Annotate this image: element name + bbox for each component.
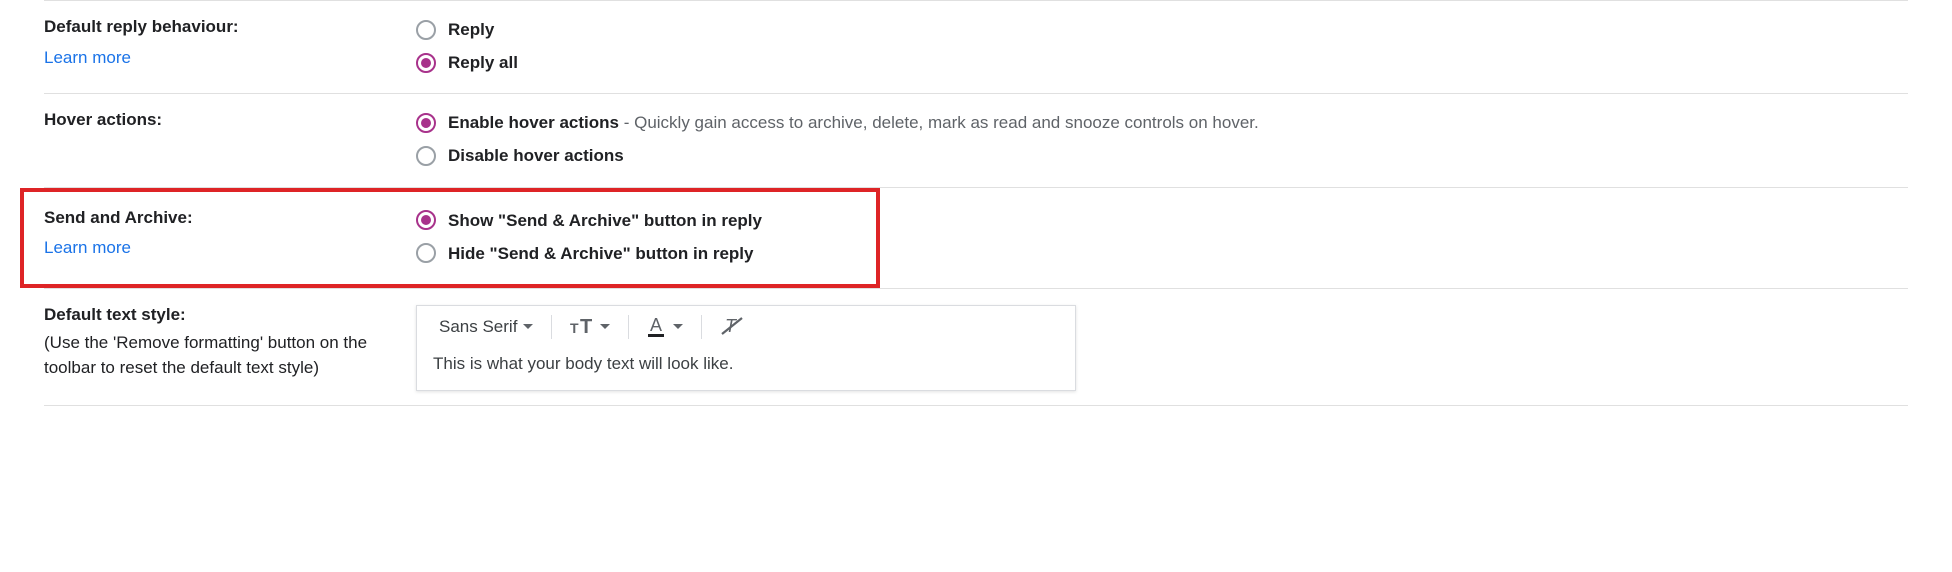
setting-label-col: Hover actions: <box>44 106 416 135</box>
setting-title: Send and Archive: <box>44 204 404 233</box>
font-family-label: Sans Serif <box>439 317 517 337</box>
option-enable-hover[interactable]: Enable hover actions - Quickly gain acce… <box>416 106 1908 139</box>
radio-icon[interactable] <box>416 113 436 133</box>
option-description: - Quickly gain access to archive, delete… <box>619 113 1259 132</box>
setting-options: Sans Serif T T A <box>416 301 1908 391</box>
learn-more-link[interactable]: Learn more <box>44 42 131 74</box>
learn-more-link[interactable]: Learn more <box>44 232 131 264</box>
text-size-icon: T T <box>570 317 594 337</box>
option-label: Show "Send & Archive" button in reply <box>448 204 762 237</box>
setting-title: Hover actions: <box>44 106 404 135</box>
option-label: Reply all <box>448 46 518 79</box>
radio-icon[interactable] <box>416 146 436 166</box>
setting-row-reply: Default reply behaviour: Learn more Repl… <box>44 0 1908 93</box>
font-size-dropdown[interactable]: T T <box>562 313 618 341</box>
option-hide-send-archive[interactable]: Hide "Send & Archive" button in reply <box>416 237 876 270</box>
setting-options: Show "Send & Archive" button in reply Hi… <box>416 204 876 270</box>
chevron-down-icon <box>600 324 610 329</box>
setting-row-hover: Hover actions: Enable hover actions - Qu… <box>44 93 1908 186</box>
radio-icon[interactable] <box>416 210 436 230</box>
radio-icon[interactable] <box>416 53 436 73</box>
option-disable-hover[interactable]: Disable hover actions <box>416 139 1908 172</box>
setting-row-archive-wrapper: Send and Archive: Learn more Show "Send … <box>44 187 1908 288</box>
setting-title: Default text style: <box>44 301 404 330</box>
toolbar-separator <box>701 315 702 339</box>
svg-text:A: A <box>650 316 662 335</box>
text-color-icon: A <box>647 316 667 338</box>
toolbar-separator <box>551 315 552 339</box>
option-text: Enable hover actions - Quickly gain acce… <box>448 106 1259 139</box>
text-preview: This is what your body text will look li… <box>417 344 1075 390</box>
option-reply-all[interactable]: Reply all <box>416 46 1908 79</box>
option-label: Disable hover actions <box>448 139 624 172</box>
editor-toolbar: Sans Serif T T A <box>417 306 1075 344</box>
chevron-down-icon <box>673 324 683 329</box>
setting-label-col: Default text style: (Use the 'Remove for… <box>44 301 416 381</box>
option-label: Enable hover actions <box>448 113 619 132</box>
toolbar-separator <box>628 315 629 339</box>
setting-label-col: Default reply behaviour: Learn more <box>44 13 416 74</box>
text-color-dropdown[interactable]: A <box>639 312 691 342</box>
remove-formatting-button[interactable]: T <box>712 312 752 342</box>
remove-formatting-icon: T <box>720 316 744 338</box>
setting-hint: (Use the 'Remove formatting' button on t… <box>44 330 404 381</box>
option-show-send-archive[interactable]: Show "Send & Archive" button in reply <box>416 204 876 237</box>
svg-text:T: T <box>580 317 592 337</box>
text-style-editor: Sans Serif T T A <box>416 305 1076 391</box>
option-reply[interactable]: Reply <box>416 13 1908 46</box>
option-label: Hide "Send & Archive" button in reply <box>448 237 753 270</box>
setting-title: Default reply behaviour: <box>44 13 404 42</box>
svg-text:T: T <box>570 320 579 336</box>
setting-options: Reply Reply all <box>416 13 1908 79</box>
setting-label-col: Send and Archive: Learn more <box>44 204 416 270</box>
setting-options: Enable hover actions - Quickly gain acce… <box>416 106 1908 172</box>
font-family-dropdown[interactable]: Sans Serif <box>431 313 541 341</box>
radio-icon[interactable] <box>416 243 436 263</box>
option-label: Reply <box>448 13 494 46</box>
radio-icon[interactable] <box>416 20 436 40</box>
chevron-down-icon <box>523 324 533 329</box>
highlight-box: Send and Archive: Learn more Show "Send … <box>20 188 880 288</box>
setting-row-text-style: Default text style: (Use the 'Remove for… <box>44 288 1908 406</box>
